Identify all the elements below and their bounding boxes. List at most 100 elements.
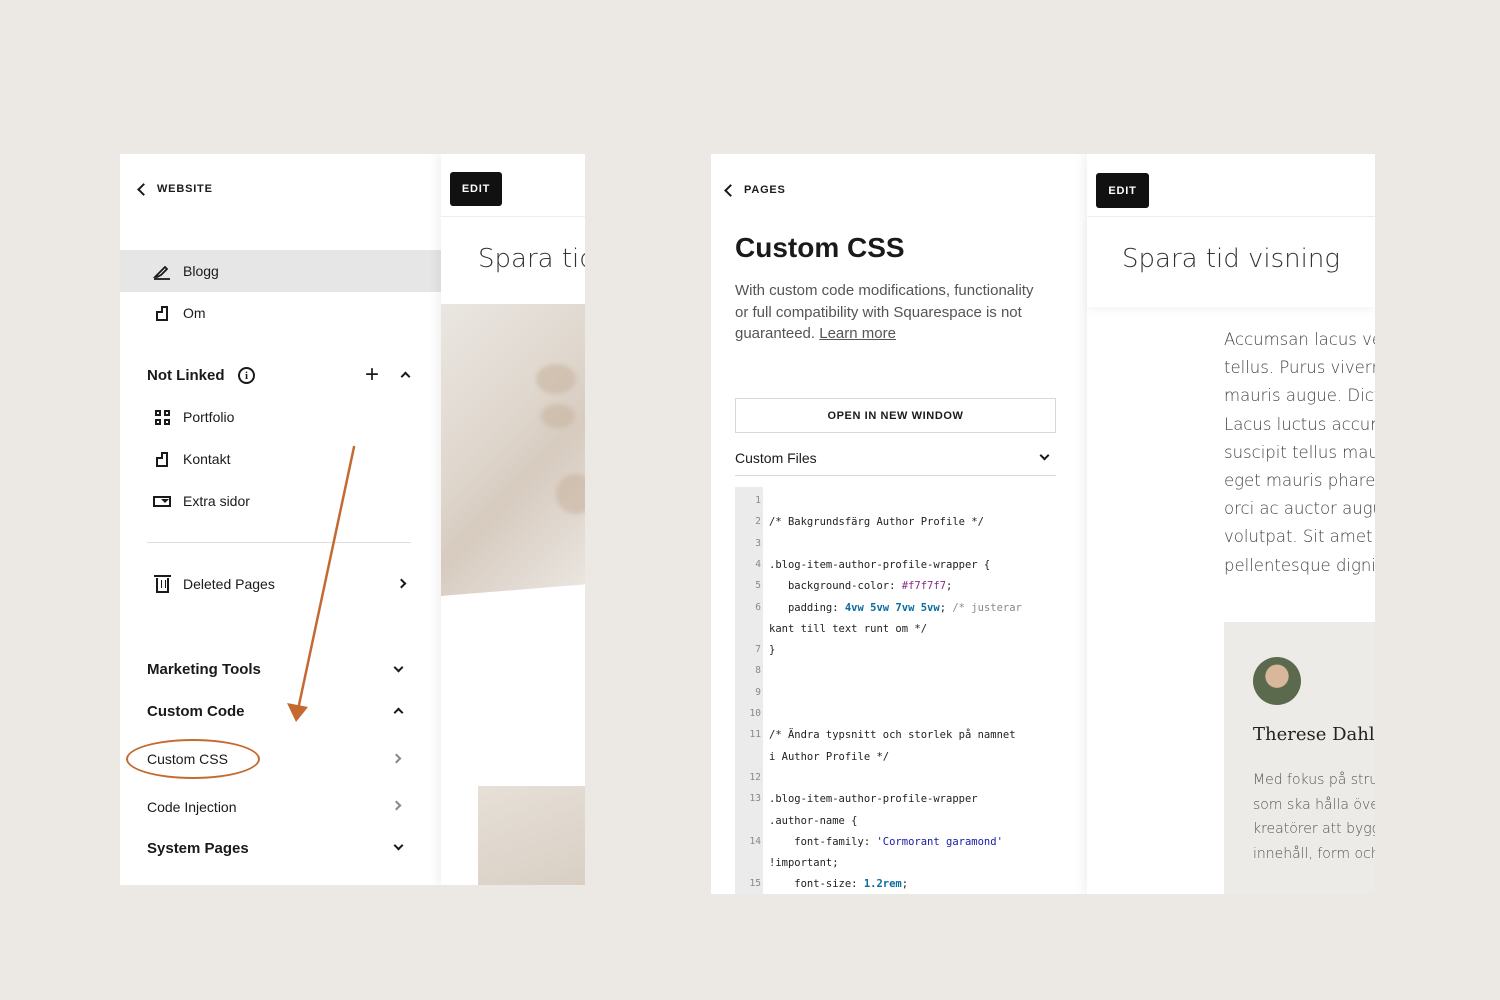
back-label: PAGES xyxy=(744,184,786,196)
preview-title: Spara tid visning xyxy=(478,244,585,274)
page-item-label: Extra sidor xyxy=(183,493,250,509)
grid-icon xyxy=(153,408,171,426)
code-text: .blog-item-author-profile-wrapper xyxy=(769,793,978,806)
body-line: Accumsan lacus vel f xyxy=(1224,330,1375,349)
chevron-down-icon[interactable] xyxy=(393,840,404,851)
chevron-right-icon xyxy=(391,753,402,764)
panel-description: With custom code modifications, function… xyxy=(735,280,1035,345)
marketing-tools-heading[interactable]: Marketing Tools xyxy=(147,661,261,678)
line-number: 2 xyxy=(755,516,761,528)
deleted-pages-item[interactable]: Deleted Pages xyxy=(120,563,441,605)
trash-icon xyxy=(153,575,171,593)
line-number: 12 xyxy=(749,771,761,783)
line-number: 11 xyxy=(749,729,761,741)
code-text: /* Bakgrundsfärg Author Profile */ xyxy=(769,516,984,529)
page-item-label: Kontakt xyxy=(183,451,231,467)
body-line: eget mauris pharetra xyxy=(1224,471,1375,491)
edit-button[interactable]: EDIT xyxy=(450,172,502,206)
line-number: 15 xyxy=(749,878,761,890)
line-number: 14 xyxy=(749,835,761,847)
code-text: font-size: 1.2rem; xyxy=(769,878,909,891)
line-number: 10 xyxy=(749,708,761,719)
divider xyxy=(147,542,411,543)
body-line: suscipit tellus mauri xyxy=(1224,442,1375,462)
page-preview: EDIT Spara tid visning xyxy=(441,154,585,885)
line-number: 9 xyxy=(755,686,761,698)
chevron-down-icon[interactable] xyxy=(393,662,404,673)
code-text: } xyxy=(769,644,776,657)
code-text: !important; xyxy=(769,857,839,870)
info-icon[interactable]: i xyxy=(238,367,255,384)
body-line: tellus. Purus viverra xyxy=(1224,358,1375,378)
pages-sidebar: WEBSITE Blogg Om Not Linked i + Portfoli… xyxy=(120,154,441,885)
bio-line: som ska hålla över xyxy=(1253,796,1375,813)
code-text: padding: 4vw 5vw 7vw 5vw; /* justerar xyxy=(769,601,1022,614)
line-number: 13 xyxy=(749,793,761,805)
chevron-left-icon xyxy=(724,183,737,197)
page-item-kontakt[interactable]: Kontakt xyxy=(120,438,441,480)
chevron-down-icon xyxy=(1039,450,1050,461)
code-injection-link[interactable]: Code Injection xyxy=(147,799,237,815)
code-text: .blog-item-author-profile-wrapper { xyxy=(769,558,991,571)
chevron-right-icon xyxy=(396,578,407,589)
page-item-om[interactable]: Om xyxy=(120,292,441,334)
thumbnail-image xyxy=(478,786,585,885)
code-text: i Author Profile */ xyxy=(769,750,890,763)
blog-icon xyxy=(153,262,171,280)
bio-line: innehåll, form och xyxy=(1253,845,1375,862)
page-item-label: Portfolio xyxy=(183,409,235,425)
page-item-label: Blogg xyxy=(183,263,219,279)
code-text: kant till text runt om */ xyxy=(769,622,928,635)
avatar xyxy=(1253,657,1301,705)
body-line: Lacus luctus accums xyxy=(1224,414,1375,434)
not-linked-heading: Not Linked xyxy=(147,367,225,384)
code-text: font-family: 'Cormorant garamond' xyxy=(769,835,1003,848)
line-number: 3 xyxy=(755,537,761,549)
line-number: 8 xyxy=(755,665,761,677)
line-number: 4 xyxy=(755,558,761,570)
chevron-right-icon xyxy=(391,800,402,811)
add-page-icon[interactable]: + xyxy=(365,363,379,387)
chevron-up-icon[interactable] xyxy=(400,371,411,382)
css-code-editor[interactable]: 1 2/* Bakgrundsfärg Author Profile */3 4 .b… xyxy=(735,487,1056,894)
author-bio: Med fokus på strul som ska hålla över krea… xyxy=(1253,768,1375,866)
body-line: mauris augue. Dictu xyxy=(1224,386,1375,406)
folder-icon xyxy=(153,492,171,510)
body-line: orci ac auctor augue xyxy=(1224,499,1375,519)
chevron-up-icon[interactable] xyxy=(393,707,404,718)
body-line: pellentesque digniss xyxy=(1224,555,1375,575)
page-icon xyxy=(153,450,171,468)
back-to-website-link[interactable]: WEBSITE xyxy=(136,182,213,196)
line-number: 1 xyxy=(755,495,761,506)
preview-body-text: Accumsan lacus vel f tellus. Purus viverr… xyxy=(1224,326,1375,580)
panel-title: Custom CSS xyxy=(735,232,905,263)
highlight-circle xyxy=(126,739,260,779)
system-pages-heading[interactable]: System Pages xyxy=(147,840,249,857)
author-name: Therese Dahlg xyxy=(1253,724,1375,745)
page-item-portfolio[interactable]: Portfolio xyxy=(120,396,441,438)
code-text: .author-name { xyxy=(769,814,858,827)
custom-code-heading[interactable]: Custom Code xyxy=(147,703,245,720)
line-number: 7 xyxy=(755,644,761,656)
edit-button[interactable]: EDIT xyxy=(1096,173,1149,208)
code-text: /* Ändra typsnitt och storlek på namnet xyxy=(769,729,1016,742)
custom-files-dropdown[interactable]: Custom Files xyxy=(735,440,1056,476)
page-icon xyxy=(153,304,171,322)
preview-divider xyxy=(441,216,585,217)
author-profile-card: Therese Dahlg Med fokus på strul som ska … xyxy=(1224,622,1375,894)
back-to-pages-link[interactable]: PAGES xyxy=(723,183,786,197)
open-in-new-window-button[interactable]: OPEN IN NEW WINDOW xyxy=(735,398,1056,433)
page-item-label: Om xyxy=(183,305,206,321)
custom-css-panel: PAGES Custom CSS With custom code modifi… xyxy=(711,154,1375,894)
custom-css-sidebar: PAGES Custom CSS With custom code modifi… xyxy=(711,154,1085,894)
page-item-extra-sidor[interactable]: Extra sidor xyxy=(120,480,441,522)
website-pages-panel: WEBSITE Blogg Om Not Linked i + Portfoli… xyxy=(120,154,585,885)
line-number: 5 xyxy=(755,580,761,592)
hero-image xyxy=(441,304,585,596)
page-item-blogg[interactable]: Blogg xyxy=(120,250,441,292)
bio-line: kreatörer att bygg xyxy=(1253,821,1375,837)
learn-more-link[interactable]: Learn more xyxy=(819,325,896,342)
body-line: volutpat. Sit amet jus xyxy=(1224,527,1375,547)
bio-line: Med fokus på strul xyxy=(1253,772,1375,788)
preview-header: Spara tid visning xyxy=(1087,217,1375,307)
